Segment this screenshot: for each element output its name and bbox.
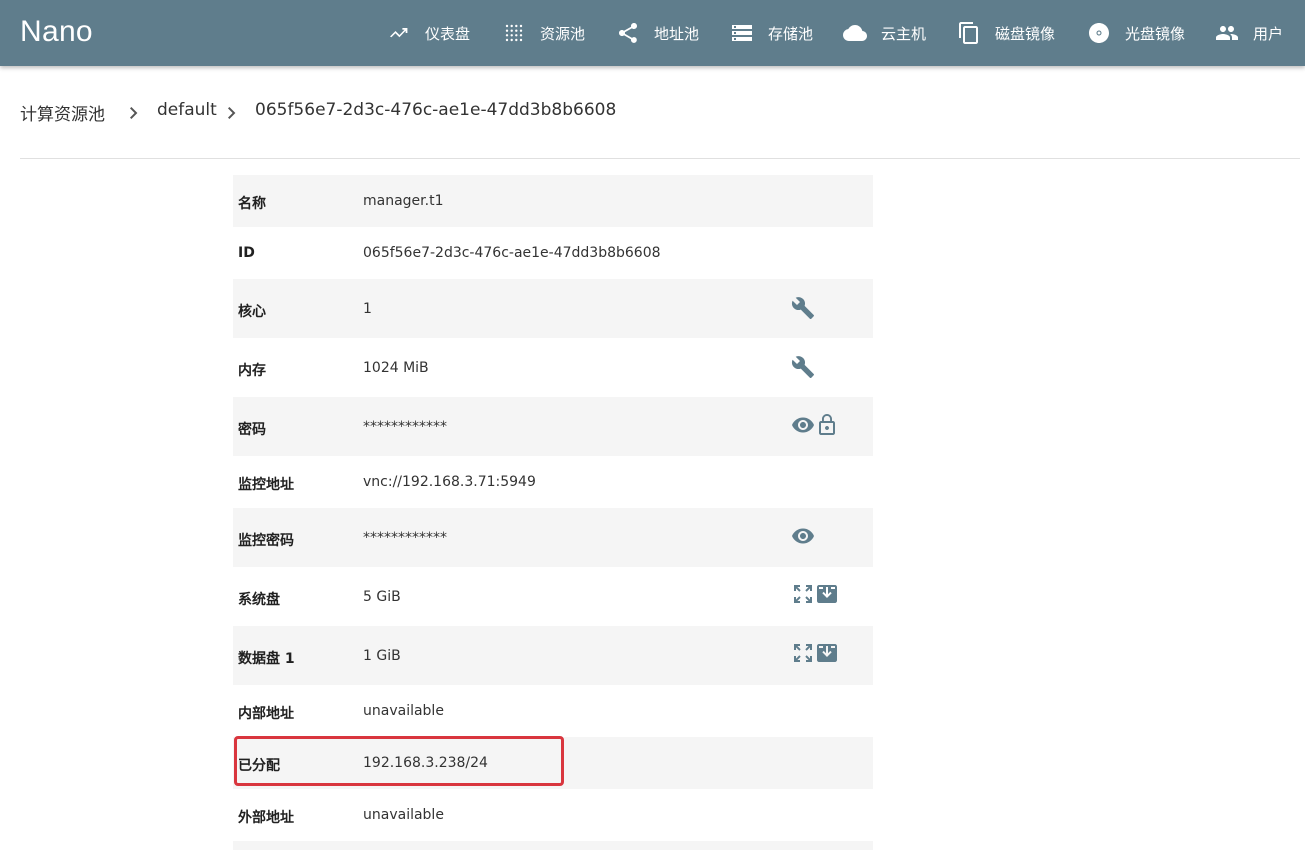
breadcrumb-compute-pool[interactable]: 计算资源池 [20,100,105,125]
wrench-icon[interactable] [791,355,815,379]
row-value: vnc://192.168.3.71:5949 [363,474,536,490]
row-key: 外部地址 [238,810,294,826]
share-icon [619,23,637,43]
row-key: 监控地址 [238,477,294,493]
table-row: 内存 1024 MiB [233,338,873,397]
table-row: 外部地址 unavailable [233,789,873,841]
table-row: 数据盘 1 1 GiB [233,626,873,685]
people-icon [1216,26,1238,40]
row-key: 内存 [238,363,266,379]
table-row: ID 065f56e7-2d3c-476c-ae1e-47dd3b8b6608 [233,227,873,279]
row-key: ID [238,245,255,261]
trending-icon [390,28,408,38]
row-actions [791,355,815,379]
table-row: 密码 ************ [233,397,873,456]
storage-icon [732,25,752,41]
table-row [233,841,873,850]
nav-address-pool-label: 地址池 [654,24,700,43]
row-actions [791,296,815,320]
row-value: manager.t1 [363,193,444,209]
nav-cloud-host[interactable]: 云主机 [843,0,926,66]
chevron-right-icon [124,100,144,124]
copy-icon [959,22,978,44]
nav-disk-image-label: 磁盘镜像 [995,24,1056,43]
disc-icon [1089,23,1109,43]
row-actions [791,641,839,665]
nav-storage-pool-label: 存储池 [768,24,814,43]
row-key: 名称 [238,196,266,212]
table-row: 内部地址 unavailable [233,685,873,737]
row-key: 密码 [238,422,266,438]
app-bar: Nano 仪表盘 资源池 地址池 存储池 云主机 磁盘镜像 光盘镜像 用户 [0,0,1305,66]
cloud-icon [843,25,867,41]
breadcrumb-instance-id: 065f56e7-2d3c-476c-ae1e-47dd3b8b6608 [255,100,617,120]
grid-dots-icon [505,24,523,42]
nav-users-label: 用户 [1253,24,1284,43]
row-value: unavailable [363,807,444,823]
row-value: unavailable [363,703,444,719]
row-actions [791,524,815,548]
nav-iso-image-label: 光盘镜像 [1125,24,1186,43]
app-title[interactable]: Nano [20,15,93,49]
row-key: 数据盘 1 [238,651,295,667]
eye-icon[interactable] [791,413,815,437]
nav-users[interactable]: 用户 [1215,0,1283,66]
row-key: 内部地址 [238,706,294,722]
eye-icon[interactable] [791,524,815,548]
nav-resource-pool-label: 资源池 [540,24,586,43]
lock-icon[interactable] [815,413,839,437]
row-value: 065f56e7-2d3c-476c-ae1e-47dd3b8b6608 [363,245,661,261]
table-row: 监控地址 vnc://192.168.3.71:5949 [233,456,873,508]
nav-dashboard-label: 仪表盘 [425,24,471,43]
table-row: 系统盘 5 GiB [233,567,873,626]
nav-cloud-host-label: 云主机 [881,24,927,43]
nav-dashboard[interactable]: 仪表盘 [387,0,470,66]
breadcrumb-default[interactable]: default [157,100,217,120]
table-row: 核心 1 [233,279,873,338]
nav-disk-image[interactable]: 磁盘镜像 [957,0,1055,66]
download-icon[interactable] [815,641,839,665]
table-row: 监控密码 ************ [233,508,873,567]
download-icon[interactable] [815,582,839,606]
highlight-box [234,736,564,786]
row-actions [791,413,839,437]
resize-icon[interactable] [791,641,815,665]
divider [20,158,1300,159]
wrench-icon[interactable] [791,296,815,320]
resize-icon[interactable] [791,582,815,606]
nav-resource-pool[interactable]: 资源池 [502,0,585,66]
nav-iso-image[interactable]: 光盘镜像 [1087,0,1185,66]
row-key: 核心 [238,304,266,320]
row-value: 5 GiB [363,589,401,605]
chevron-right-icon [222,100,242,124]
nav-address-pool[interactable]: 地址池 [616,0,699,66]
row-key: 监控密码 [238,533,294,549]
row-value: 1 [363,301,372,317]
row-actions [791,582,839,606]
row-value: 1 GiB [363,648,401,664]
row-value: ************ [363,530,447,546]
row-value: 1024 MiB [363,360,429,376]
row-value: ************ [363,419,447,435]
table-row: 名称 manager.t1 [233,175,873,227]
row-key: 系统盘 [238,592,280,608]
nav-storage-pool[interactable]: 存储池 [730,0,813,66]
